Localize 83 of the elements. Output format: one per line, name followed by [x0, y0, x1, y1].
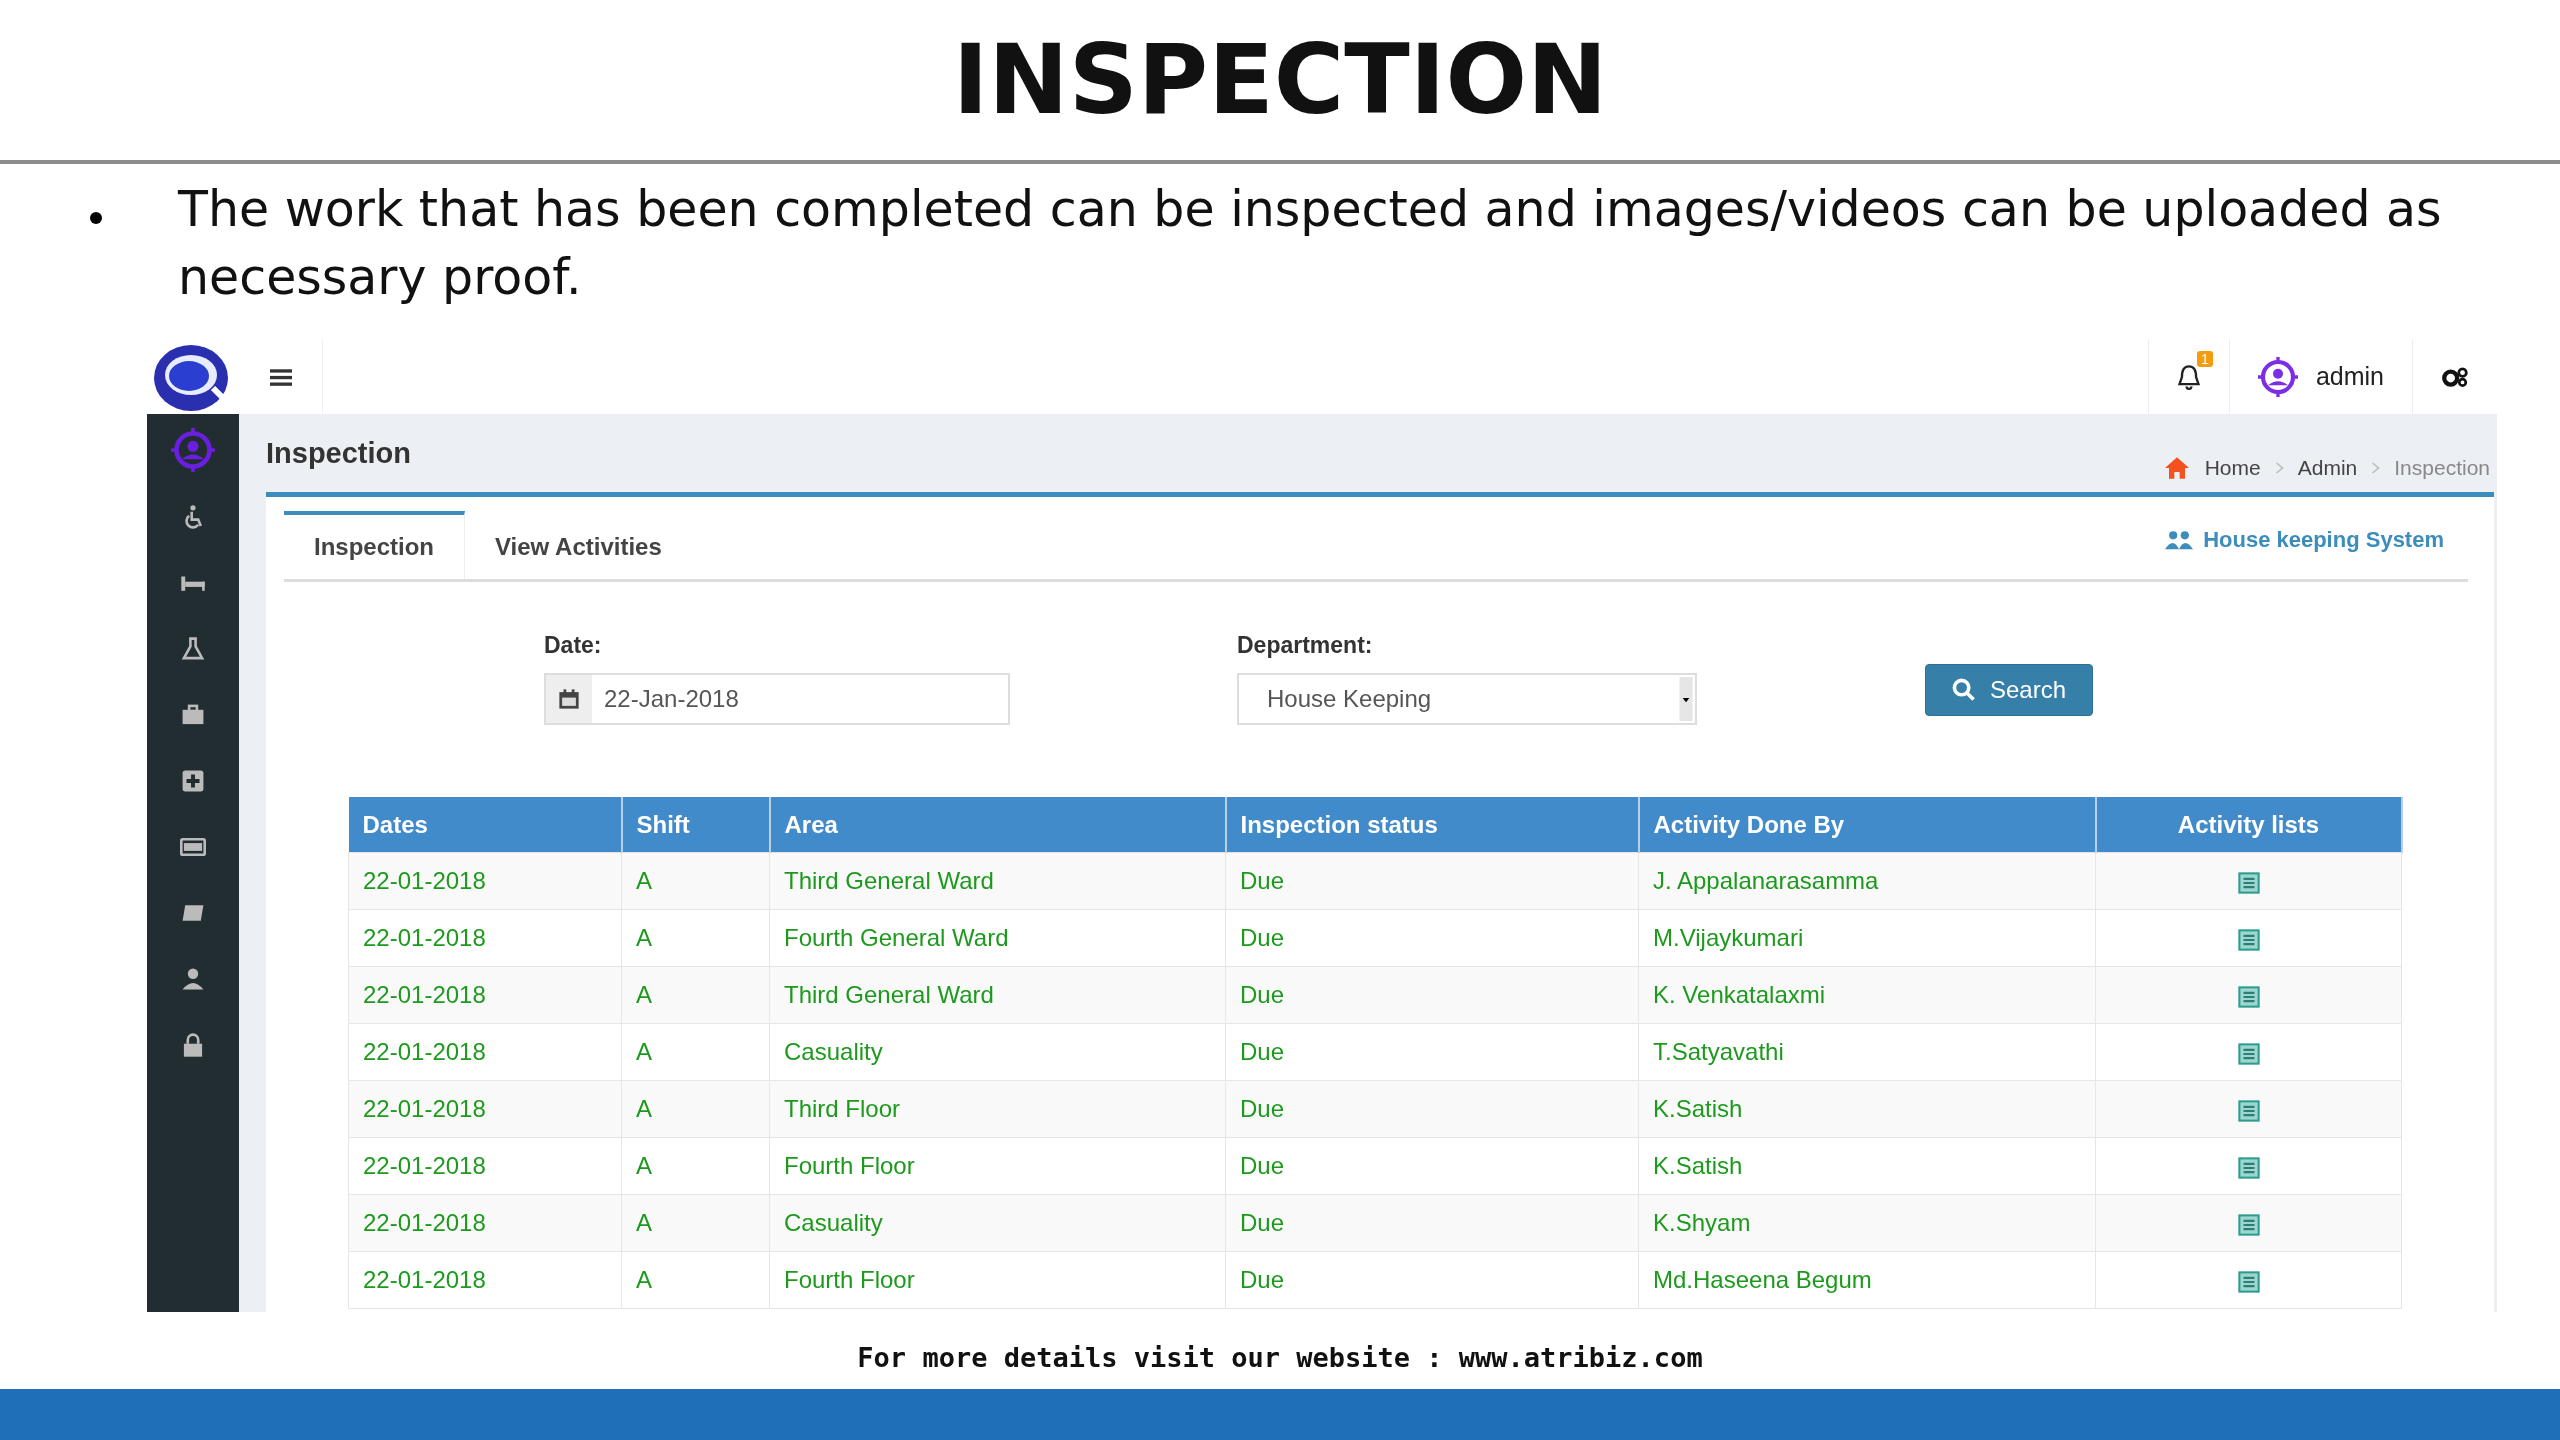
table-cell: T.Satyavathi: [1638, 1023, 2096, 1081]
table-cell: M.Vijaykumari: [1638, 909, 2096, 967]
table-cell: J. Appalanarasamma: [1638, 852, 2096, 910]
avatar-icon: [2257, 356, 2298, 397]
table-cell: 22-01-2018: [348, 852, 622, 910]
chevron-icon: [2371, 462, 2381, 474]
list-icon[interactable]: [2237, 1270, 2260, 1293]
users-icon: [2165, 529, 2194, 551]
list-icon[interactable]: [2237, 1042, 2260, 1065]
bell-icon: [2176, 363, 2201, 390]
column-header: Area: [769, 797, 1226, 853]
field-label: Department:: [1237, 632, 1374, 659]
table-cell: Fourth Floor: [769, 1137, 1226, 1195]
list-icon[interactable]: [2237, 871, 2260, 894]
table-cell: 22-01-2018: [348, 909, 622, 967]
search-icon: [1952, 678, 1976, 702]
table-cell: A: [621, 966, 770, 1024]
table-cell: Due: [1225, 1080, 1639, 1138]
table-cell: 22-01-2018: [348, 1080, 622, 1138]
table-cell: Third Floor: [769, 1080, 1226, 1138]
table-cell: Fourth Floor: [769, 1251, 1226, 1309]
column-header: Activity Done By: [1638, 797, 2096, 853]
date-field[interactable]: 22-Jan-2018: [544, 673, 1010, 725]
table-cell: Due: [1225, 1251, 1639, 1309]
avatar-icon: [171, 428, 215, 472]
table-cell: Casuality: [769, 1023, 1226, 1081]
bullet-icon: [90, 212, 102, 224]
table-cell: A: [621, 909, 770, 967]
table-cell: K.Satish: [1638, 1080, 2096, 1138]
flask-icon[interactable]: [180, 636, 206, 662]
table-cell: Third General Ward: [769, 966, 1226, 1024]
table-cell: A: [621, 1080, 770, 1138]
table-cell: 22-01-2018: [348, 1023, 622, 1081]
calendar-icon: [558, 688, 580, 710]
breadcrumb-link[interactable]: Home: [2204, 456, 2261, 480]
table-cell: Casuality: [769, 1194, 1226, 1252]
table-cell: A: [621, 1194, 770, 1252]
table-cell: Third General Ward: [769, 852, 1226, 910]
list-icon[interactable]: [2237, 1213, 2260, 1236]
table-cell: Md.Haseena Begum: [1638, 1251, 2096, 1309]
table-cell: 22-01-2018: [348, 966, 622, 1024]
list-icon[interactable]: [2237, 1156, 2260, 1179]
list-icon[interactable]: [2237, 1099, 2260, 1122]
column-header: Activity lists: [2095, 797, 2402, 853]
table-cell: K.Satish: [1638, 1137, 2096, 1195]
column-header: Shift: [621, 797, 770, 853]
list-icon[interactable]: [2237, 928, 2260, 951]
table-cell: Due: [1225, 1194, 1639, 1252]
table-cell: Fourth General Ward: [769, 909, 1226, 967]
field-label: Date:: [544, 632, 603, 659]
table-cell: Due: [1225, 909, 1639, 967]
page-title: Inspection: [266, 436, 411, 470]
table-cell: K. Venkatalaxmi: [1638, 966, 2096, 1024]
column-header: Inspection status: [1225, 797, 1639, 853]
system-link[interactable]: House keeping System: [2165, 501, 2468, 579]
chevron-icon: [2274, 462, 2284, 474]
footer-text: For more details visit our website : www.atribiz.com: [857, 1341, 1703, 1373]
table-cell: 22-01-2018: [348, 1251, 622, 1309]
bullet-text: The work that has been completed can be inspected and images/videos can be uploaded as necessary proof.: [178, 180, 2443, 308]
caret-icon: [1679, 677, 1693, 721]
tab[interactable]: Inspection: [284, 511, 465, 579]
notification-badge: 1: [2197, 351, 2213, 367]
table-cell: Due: [1225, 1137, 1639, 1195]
breadcrumb-link[interactable]: Admin: [2297, 456, 2358, 480]
table-cell: Due: [1225, 852, 1639, 910]
menu-icon: [269, 367, 292, 386]
slide-title: INSPECTION: [952, 24, 1608, 136]
table-cell: A: [621, 852, 770, 910]
table-cell: A: [621, 1137, 770, 1195]
table-cell: Due: [1225, 1023, 1639, 1081]
table-cell: K.Shyam: [1638, 1194, 2096, 1252]
gears-icon: [2441, 365, 2469, 388]
column-header: Dates: [348, 797, 622, 853]
plus-square-icon[interactable]: [180, 768, 206, 794]
table-cell: 22-01-2018: [348, 1137, 622, 1195]
department-dropdown[interactable]: House Keeping: [1237, 673, 1697, 725]
search-button[interactable]: Search: [1925, 664, 2094, 716]
table-cell: Due: [1225, 966, 1639, 1024]
list-icon[interactable]: [2237, 985, 2260, 1008]
table-cell: 22-01-2018: [348, 1194, 622, 1252]
table-cell: A: [621, 1251, 770, 1309]
table-cell: A: [621, 1023, 770, 1081]
user-icon[interactable]: [180, 966, 206, 992]
